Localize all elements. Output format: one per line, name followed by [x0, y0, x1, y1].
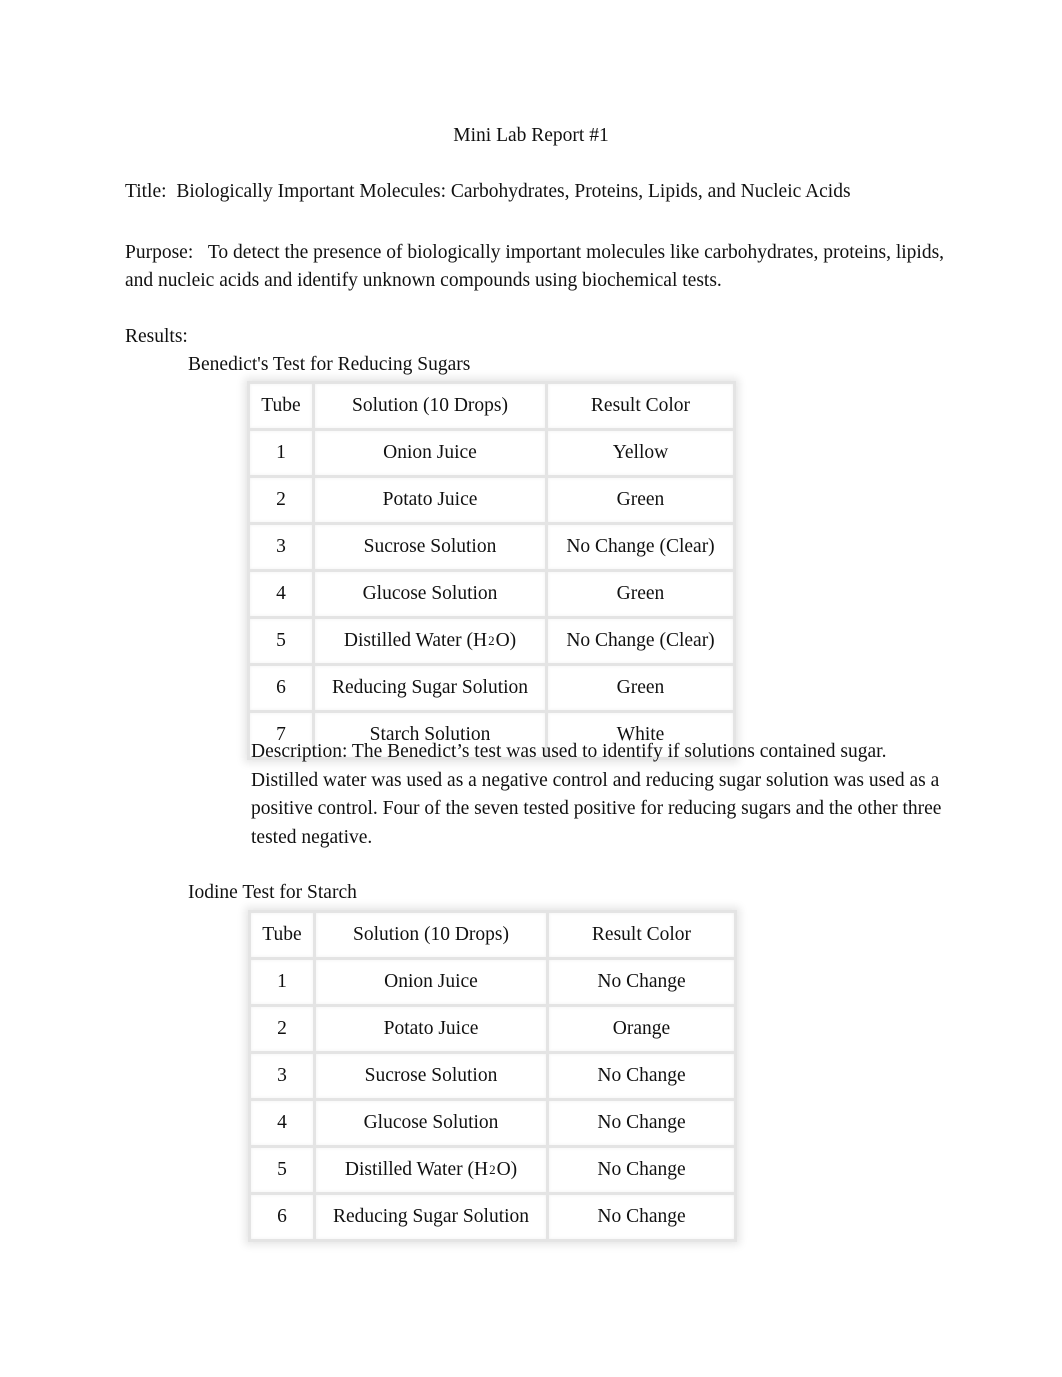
- table-row: 5 Distilled Water (H2O) No Change (Clear): [247, 616, 736, 666]
- iodine-results-table: Tube Solution (10 Drops) Result Color 1 Onio…: [248, 910, 737, 1242]
- result-cell: No Change: [546, 957, 737, 1007]
- tube-cell: 3: [247, 522, 315, 572]
- solution-cell: Sucrose Solution: [313, 1051, 549, 1101]
- result-cell: Orange: [546, 1004, 737, 1054]
- table-header-row: Tube Solution (10 Drops) Result Color: [247, 381, 736, 431]
- table-header-row: Tube Solution (10 Drops) Result Color: [248, 910, 737, 960]
- subscript: 2: [488, 633, 495, 648]
- solution-cell: Onion Juice: [313, 957, 549, 1007]
- result-cell: Green: [545, 663, 736, 713]
- result-cell: No Change: [546, 1051, 737, 1101]
- table-row: 1 Onion Juice Yellow: [247, 428, 736, 478]
- tube-cell: 1: [247, 428, 315, 478]
- results-label: Results:: [125, 326, 188, 347]
- column-header: Solution (10 Drops): [312, 381, 548, 431]
- tube-cell: 2: [248, 1004, 316, 1054]
- table-row: 3 Sucrose Solution No Change: [248, 1051, 737, 1101]
- benedict-description: Description: The Benedict’s test was use…: [251, 741, 942, 848]
- column-header: Result Color: [545, 381, 736, 431]
- table-row: 2 Potato Juice Orange: [248, 1004, 737, 1054]
- table-row: 3 Sucrose Solution No Change (Clear): [247, 522, 736, 572]
- table-row: 4 Glucose Solution No Change: [248, 1098, 737, 1148]
- tube-cell: 4: [248, 1098, 316, 1148]
- purpose-text: To detect the presence of biologically i…: [125, 242, 945, 291]
- document-title: Mini Lab Report #1: [453, 125, 609, 146]
- solution-cell: Onion Juice: [312, 428, 548, 478]
- result-cell: No Change: [546, 1145, 737, 1195]
- solution-cell: Distilled Water (H2O): [313, 1145, 549, 1195]
- solution-cell: Distilled Water (H2O): [312, 616, 548, 666]
- benedict-heading: Benedict's Test for Reducing Sugars: [188, 354, 471, 375]
- tube-cell: 4: [247, 569, 315, 619]
- tube-cell: 6: [248, 1192, 316, 1242]
- solution-cell: Potato Juice: [313, 1004, 549, 1054]
- result-cell: No Change: [546, 1192, 737, 1242]
- iodine-heading: Iodine Test for Starch: [188, 882, 357, 903]
- result-cell: No Change: [546, 1098, 737, 1148]
- tube-cell: 5: [247, 616, 315, 666]
- solution-cell: Glucose Solution: [313, 1098, 549, 1148]
- result-cell: No Change (Clear): [545, 616, 736, 666]
- title-label: Title:: [125, 181, 167, 202]
- purpose-label: Purpose:: [125, 242, 194, 263]
- table-row: 6 Reducing Sugar Solution Green: [247, 663, 736, 713]
- table-row: 6 Reducing Sugar Solution No Change: [248, 1192, 737, 1242]
- tube-cell: 1: [248, 957, 316, 1007]
- solution-cell: Reducing Sugar Solution: [313, 1192, 549, 1242]
- tube-cell: 6: [247, 663, 315, 713]
- table-row: 4 Glucose Solution Green: [247, 569, 736, 619]
- table-row: 5 Distilled Water (H2O) No Change: [248, 1145, 737, 1195]
- column-header: Tube: [248, 910, 316, 960]
- solution-cell: Sucrose Solution: [312, 522, 548, 572]
- benedict-results-table: Tube Solution (10 Drops) Result Color 1 Onio…: [247, 381, 736, 760]
- column-header: Solution (10 Drops): [313, 910, 549, 960]
- tube-cell: 5: [248, 1145, 316, 1195]
- column-header: Tube: [247, 381, 315, 431]
- purpose-paragraph: Purpose: To detect the presence of biolo…: [125, 239, 945, 295]
- solution-cell: Glucose Solution: [312, 569, 548, 619]
- tube-cell: 2: [247, 475, 315, 525]
- result-cell: Yellow: [545, 428, 736, 478]
- solution-cell: Reducing Sugar Solution: [312, 663, 548, 713]
- table-row: 2 Potato Juice Green: [247, 475, 736, 525]
- subscript: 2: [489, 1162, 496, 1177]
- tube-cell: 3: [248, 1051, 316, 1101]
- result-cell: No Change (Clear): [545, 522, 736, 572]
- title-line: Title: Biologically Important Molecules:…: [125, 181, 851, 203]
- title-text: Biologically Important Molecules: Carboh…: [176, 181, 851, 202]
- result-cell: Green: [545, 569, 736, 619]
- solution-cell: Potato Juice: [312, 475, 548, 525]
- column-header: Result Color: [546, 910, 737, 960]
- result-cell: Green: [545, 475, 736, 525]
- table-row: 1 Onion Juice No Change: [248, 957, 737, 1007]
